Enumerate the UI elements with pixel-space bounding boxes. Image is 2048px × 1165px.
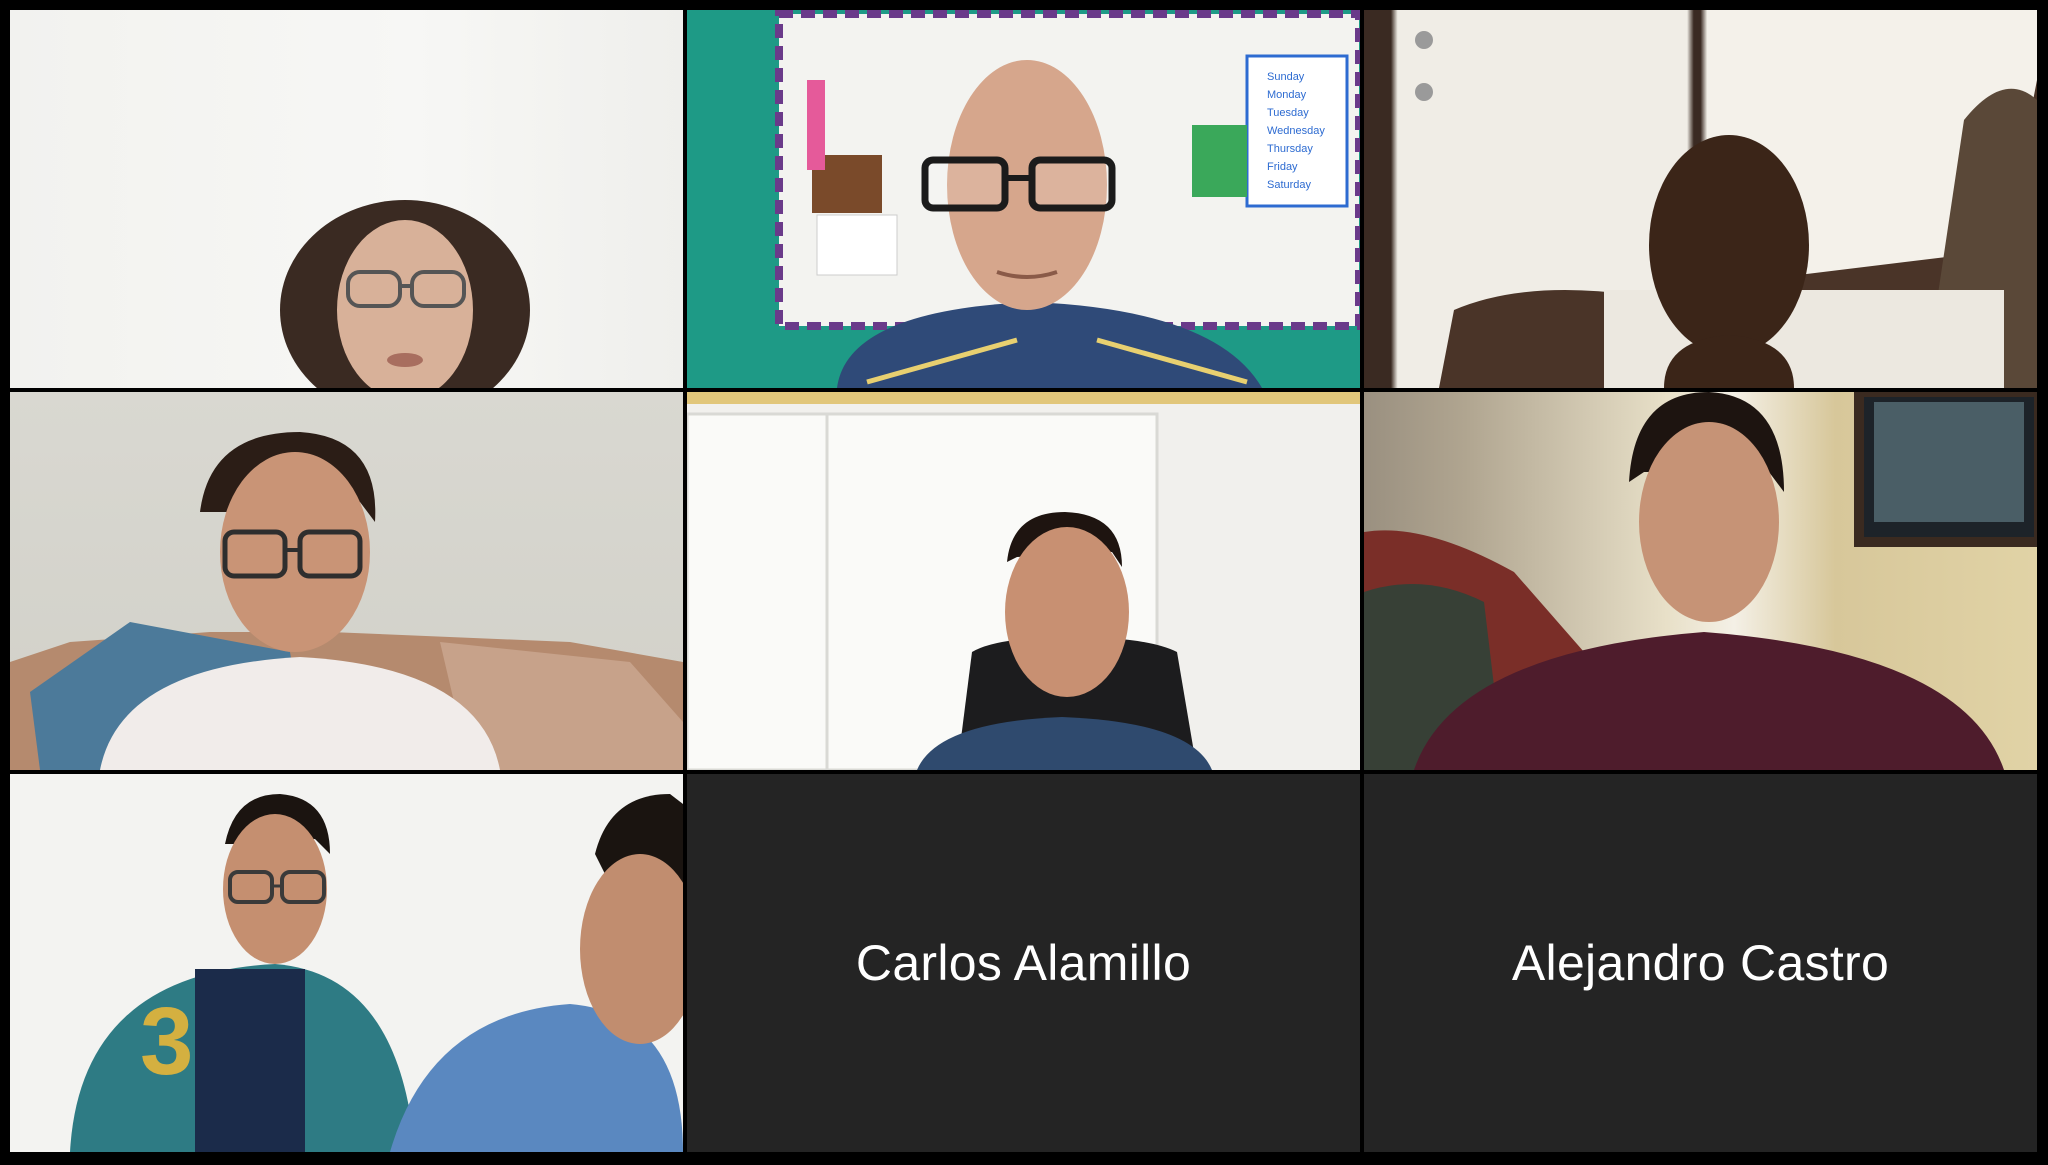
participant-name-label: Carlos Alamillo: [855, 935, 1192, 991]
participant-video-feed: [280, 200, 530, 388]
participant-video-feed: [1415, 31, 2037, 388]
video-tile-participant-9[interactable]: Alejandro Castro: [1364, 774, 2037, 1152]
svg-text:Friday: Friday: [1267, 161, 1298, 173]
participant-video-feed: [687, 392, 1360, 770]
participant-video-feed: [1364, 392, 2037, 770]
video-tile-participant-4[interactable]: [10, 392, 683, 770]
video-tile-participant-1[interactable]: [10, 10, 683, 388]
video-tile-participant-6[interactable]: [1364, 392, 2037, 770]
gallery-grid: Sunday Monday Tuesday Wednesday Thursday…: [10, 10, 2038, 1155]
svg-text:Saturday: Saturday: [1267, 179, 1312, 191]
video-tile-participant-2[interactable]: Sunday Monday Tuesday Wednesday Thursday…: [687, 10, 1360, 388]
video-tile-participant-5[interactable]: [687, 392, 1360, 770]
svg-text:Thursday: Thursday: [1267, 143, 1313, 155]
svg-text:Sunday: Sunday: [1267, 71, 1305, 83]
svg-text:3: 3: [140, 988, 193, 1095]
svg-text:Wednesday: Wednesday: [1267, 125, 1325, 137]
participant-video-feed: 3: [70, 794, 683, 1152]
participant-video-feed: Sunday Monday Tuesday Wednesday Thursday…: [775, 10, 1360, 388]
video-tile-participant-7[interactable]: 3: [10, 774, 683, 1152]
video-tile-participant-3[interactable]: [1364, 10, 2037, 388]
participant-name-label: Alejandro Castro: [1511, 935, 1890, 991]
svg-text:Tuesday: Tuesday: [1267, 107, 1309, 119]
svg-text:Monday: Monday: [1267, 89, 1307, 101]
video-tile-participant-8[interactable]: Carlos Alamillo: [687, 774, 1360, 1152]
participant-video-feed: [10, 432, 683, 770]
